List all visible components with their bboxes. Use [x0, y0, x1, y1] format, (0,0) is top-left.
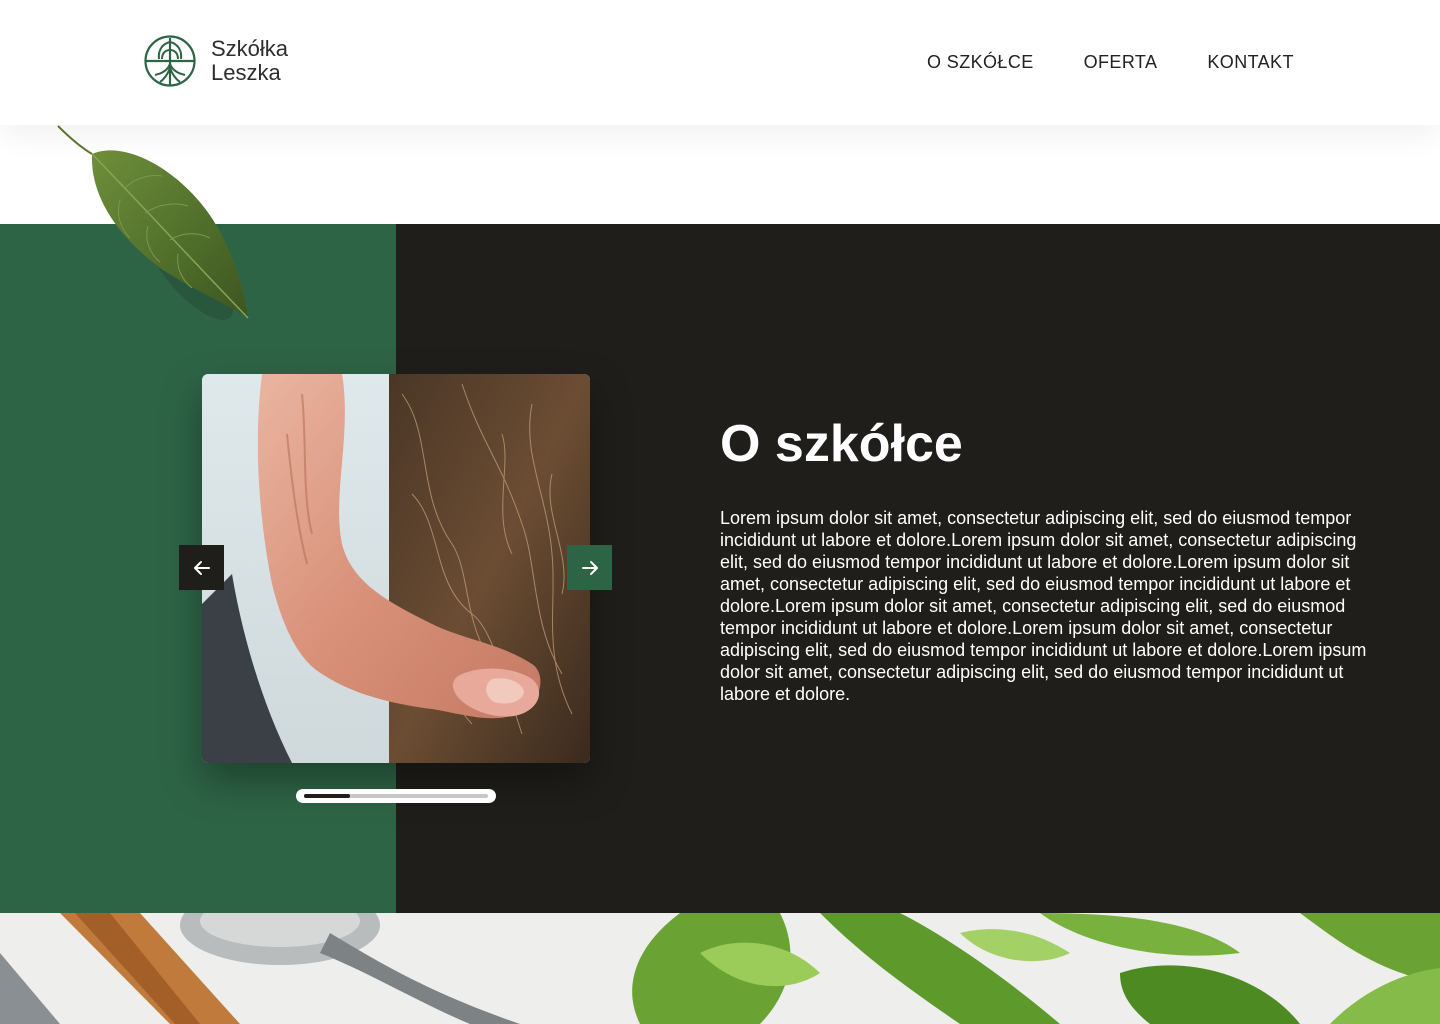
tree-roots-icon	[144, 35, 196, 87]
slider-next-button[interactable]	[567, 545, 612, 590]
main-nav: O SZKÓŁCE OFERTA KONTAKT	[927, 50, 1294, 74]
logo-text: Szkółka Leszka	[211, 37, 288, 85]
nav-item-oferta[interactable]: OFERTA	[1084, 50, 1158, 74]
logo-line-1: Szkółka	[211, 36, 289, 61]
nav-item-kontakt[interactable]: KONTAKT	[1207, 50, 1293, 74]
slider-progress	[296, 789, 496, 803]
slider-prev-button[interactable]	[179, 545, 224, 590]
about-title: O szkółce	[720, 415, 963, 473]
arrow-right-icon	[581, 560, 598, 575]
slider-progress-fill	[304, 794, 350, 798]
slider-image	[202, 374, 590, 763]
site-header: Szkółka Leszka O SZKÓŁCE OFERTA KONTAKT	[0, 0, 1440, 125]
nav-item-o-szkolce[interactable]: O SZKÓŁCE	[927, 50, 1034, 74]
slider-progress-track	[304, 794, 488, 798]
leaf-decoration	[57, 125, 249, 320]
arrow-left-icon	[193, 560, 210, 575]
garden-tools-image	[0, 913, 1440, 1024]
logo-link[interactable]: Szkółka Leszka	[143, 28, 288, 94]
about-text: Lorem ipsum dolor sit amet, consectetur …	[720, 508, 1367, 704]
logo-line-2: Leszka	[211, 60, 281, 85]
